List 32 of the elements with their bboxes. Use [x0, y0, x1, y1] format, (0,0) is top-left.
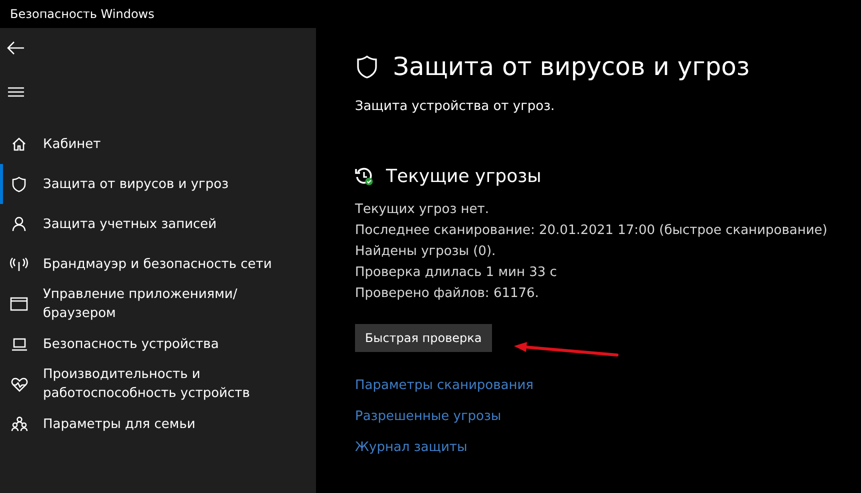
status-text: Найдены угрозы (0). [355, 243, 497, 261]
laptop-icon [10, 338, 28, 350]
status-text: Последнее сканирование: 20.01.2021 17:00 (быстрое сканирование) [355, 222, 828, 240]
person-icon [10, 216, 28, 232]
sidebar-item[interactable]: Производительность и работоспособность устройств [0, 364, 316, 404]
link[interactable]: Разрешенные угрозы [355, 407, 502, 426]
window-title: Безопасность Windows [10, 7, 154, 21]
sidebar-item[interactable]: Защита учетных записей [0, 204, 316, 244]
link[interactable]: Параметры сканирования [355, 376, 534, 395]
section-title: Текущие угрозы [386, 166, 542, 187]
sidebar-item[interactable]: Управление приложениями/браузером [0, 284, 316, 324]
status-text: Проверка длилась 1 мин 33 с [355, 264, 558, 282]
quick-scan-button[interactable]: Быстрая проверка [355, 324, 492, 352]
signal-icon [10, 257, 28, 271]
status-text: Проверено файлов: 61176. [355, 285, 540, 303]
shield-icon [355, 54, 379, 80]
heart-icon [10, 376, 28, 392]
status-text: Текущих угроз нет. [355, 201, 490, 219]
page-title: Защита от вирусов и угроз [393, 52, 750, 81]
sidebar-item[interactable]: Безопасность устройства [0, 324, 316, 364]
home-icon [10, 136, 28, 152]
back-icon[interactable] [7, 39, 25, 57]
sidebar-item[interactable]: Параметры для семьи [0, 404, 316, 444]
shield-icon [10, 176, 28, 192]
window-icon [10, 297, 28, 311]
page-subtitle: Защита устройства от угроз. [355, 99, 555, 114]
family-icon [10, 416, 28, 432]
history-check-icon [355, 167, 374, 186]
sidebar-item[interactable]: Брандмауэр и безопасность сети [0, 244, 316, 284]
sidebar-item[interactable]: Кабинет [0, 124, 316, 164]
link[interactable]: Журнал защиты [355, 438, 468, 457]
sidebar-item[interactable]: Защита от вирусов и угроз [0, 164, 316, 204]
